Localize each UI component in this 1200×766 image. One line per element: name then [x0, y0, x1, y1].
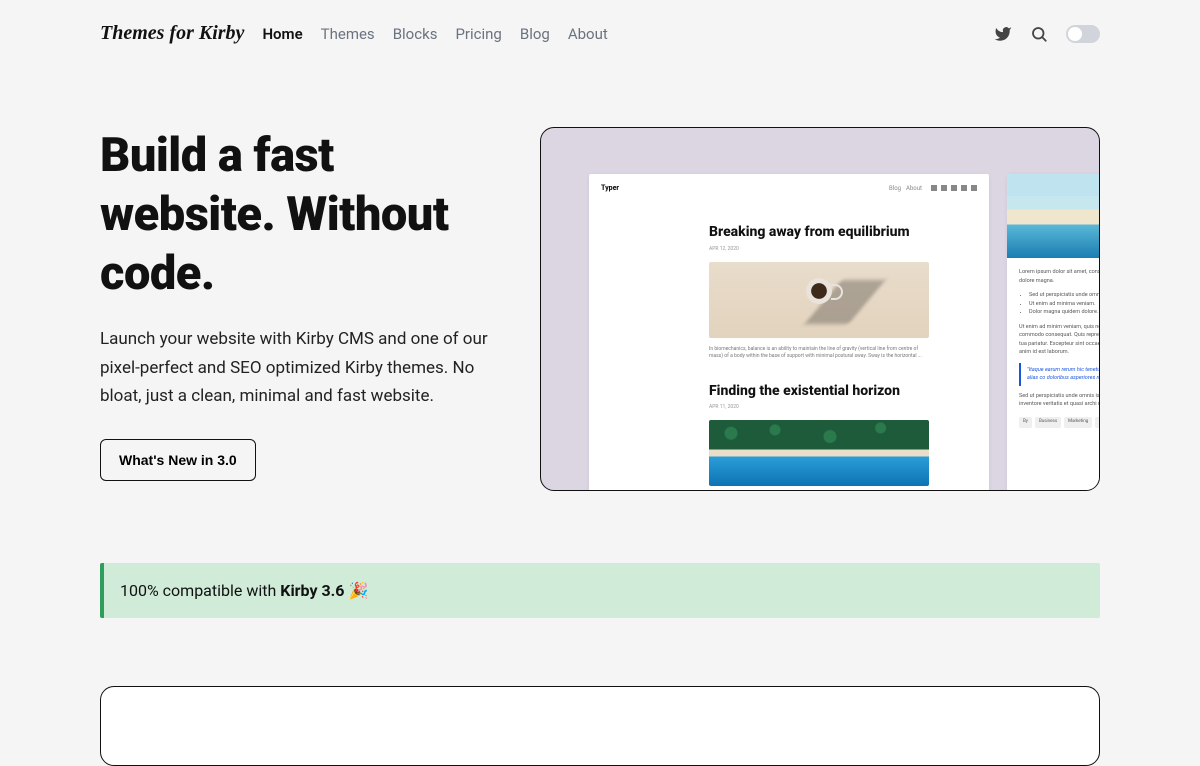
party-popper-icon: 🎉: [348, 581, 368, 600]
sidebar-bullet: Ut enim ad minima veniam.: [1029, 300, 1100, 309]
toggle-knob: [1068, 27, 1082, 41]
preview-post-excerpt: In biomechanics, balance is an ability t…: [709, 346, 929, 361]
nav-link-home[interactable]: Home: [262, 25, 302, 43]
hero-headline: Build a fast website. Without code.: [100, 127, 500, 303]
preview-brand: Typer: [601, 184, 619, 192]
header-actions: [994, 25, 1100, 43]
hero-subhead: Launch your website with Kirby CMS and o…: [100, 325, 500, 411]
compatibility-banner: 100% compatible with Kirby 3.6 🎉: [100, 563, 1100, 618]
sidebar-text: Ut enim ad minim veniam, quis nostrud et…: [1019, 323, 1100, 357]
preview-nav-link: About: [906, 185, 922, 192]
preview-post-image-coffee: [709, 262, 929, 338]
preview-social-icons: [931, 185, 977, 191]
header: Themes for Kirby Home Themes Blocks Pric…: [100, 0, 1100, 67]
sidebar-bullet: Sed ut perspiciatis unde omnis.: [1029, 291, 1100, 300]
sidebar-text: Sed ut perspiciatis unde omnis iste natu…: [1019, 392, 1100, 409]
feature-card: [100, 686, 1100, 766]
sidebar-tag: Marketing: [1064, 417, 1092, 428]
twitter-icon[interactable]: [994, 25, 1012, 43]
preview-post-date: APR 12, 2020: [709, 246, 929, 252]
sidebar-tags: By Business Marketing Technology: [1019, 417, 1100, 428]
preview-column-main: Typer Blog About Breaking away from equi…: [589, 174, 989, 491]
preview-nav-link: Blog: [889, 185, 901, 192]
brand-logo[interactable]: Themes for Kirby: [100, 22, 244, 45]
nav-link-blog[interactable]: Blog: [520, 25, 550, 43]
preview-post-image-aerial: [709, 420, 929, 486]
sidebar-bullet: Dolor magna quidem dolore.: [1029, 308, 1100, 317]
hero-copy: Build a fast website. Without code. Laun…: [100, 127, 500, 491]
preview-post-title: Finding the existential horizon: [709, 383, 929, 401]
sidebar-text: Lorem ipsum dolor sit amet, consectetuer…: [1019, 268, 1100, 285]
nav-link-blocks[interactable]: Blocks: [393, 25, 438, 43]
banner-version: Kirby 3.6: [280, 581, 344, 600]
preview-sidebar-image-beach: [1007, 174, 1100, 258]
sidebar-tag: Business: [1035, 417, 1061, 428]
nav-link-themes[interactable]: Themes: [321, 25, 375, 43]
preview-mini-nav: Typer Blog About: [589, 184, 989, 202]
cta-whats-new-button[interactable]: What's New in 3.0: [100, 439, 256, 481]
sidebar-tag: By: [1019, 417, 1032, 428]
search-icon[interactable]: [1030, 25, 1048, 43]
hero: Build a fast website. Without code. Laun…: [100, 127, 1100, 491]
banner-prefix: 100% compatible with: [120, 581, 280, 600]
dark-mode-toggle[interactable]: [1066, 25, 1100, 43]
preview-post-title: Breaking away from equilibrium: [709, 224, 929, 242]
preview-column-sidebar: Lorem ipsum dolor sit amet, consectetuer…: [1007, 174, 1100, 491]
theme-preview: Typer Blog About Breaking away from equi…: [540, 127, 1100, 491]
nav-link-pricing[interactable]: Pricing: [455, 25, 501, 43]
preview-sidebar-body: Lorem ipsum dolor sit amet, consectetuer…: [1007, 258, 1100, 428]
primary-nav: Home Themes Blocks Pricing Blog About: [262, 25, 607, 43]
preview-post: Finding the existential horizon APR 11, …: [589, 383, 989, 487]
preview-post: Breaking away from equilibrium APR 12, 2…: [589, 224, 989, 361]
sidebar-quote: "Itaque earum rerum hic tenetur a suga r…: [1019, 363, 1100, 386]
nav-link-about[interactable]: About: [568, 25, 608, 43]
preview-post-date: APR 11, 2020: [709, 404, 929, 410]
sidebar-tag: Technology: [1095, 417, 1100, 428]
